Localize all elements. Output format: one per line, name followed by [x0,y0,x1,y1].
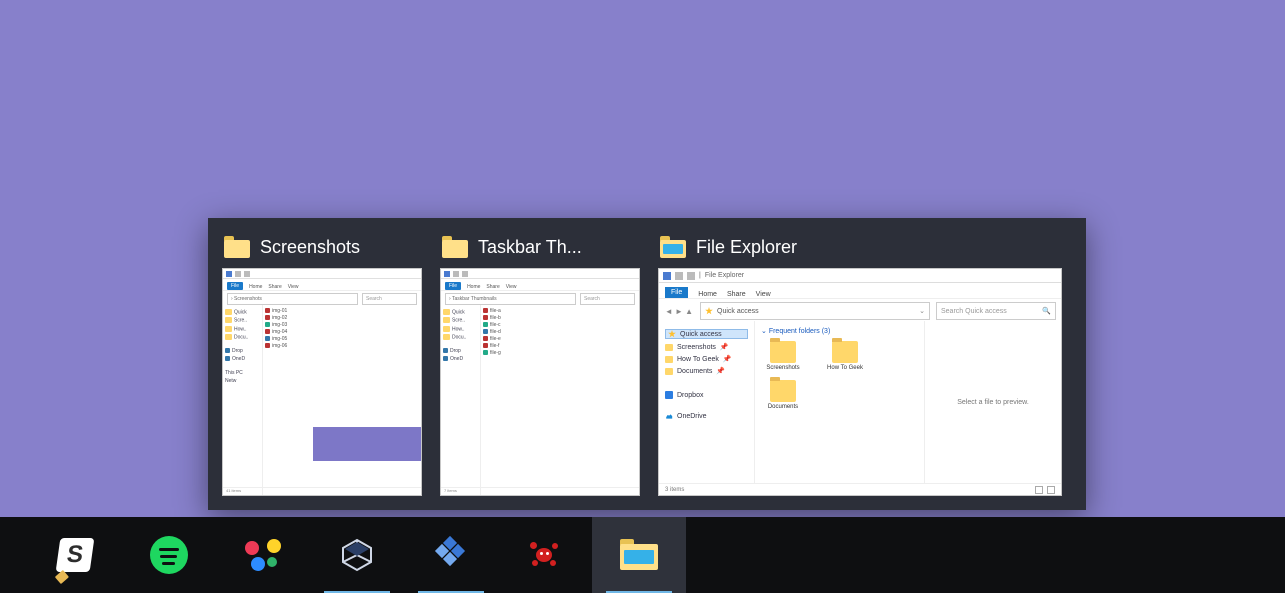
thumb-statusbar: 3 items [659,483,1061,495]
thumb-addressbar: ◄ ► ▲ Quick access⌄ Search Quick access🔍 [664,302,1056,320]
sidebar-item: How To Geek📌 [665,355,748,363]
thumb-ribbon: File Home Share View [659,283,1061,299]
window-preview[interactable]: Screenshots FileHomeShareView › Screensh… [222,228,422,496]
taskbar-app-regedit[interactable] [404,517,498,593]
thumb-sidebar: Quick access Screenshots📌 How To Geek📌 D… [659,321,755,483]
preview-thumbnail[interactable]: FileHomeShareView › ScreenshotsSearch Qu… [222,268,422,496]
taskbar-app-slack[interactable]: S [28,517,122,593]
preview-title: Screenshots [260,237,360,258]
paint-icon [245,539,281,571]
preview-header: Taskbar Th... [440,228,640,268]
sidebar-dropbox: Dropbox [665,391,748,399]
sidebar-item: Screenshots📌 [665,343,748,351]
irfanview-icon [528,540,562,570]
thumb-titlebar: | File Explorer [659,269,1061,283]
file-explorer-icon [620,539,658,571]
preview-header: File Explorer [658,228,1062,268]
window-preview[interactable]: Taskbar Th... FileHomeShareView › Taskba… [440,228,640,496]
taskbar-app-paint[interactable] [216,517,310,593]
preview-thumbnail[interactable]: | File Explorer File Home Share View ◄ ►… [658,268,1062,496]
status-text: 3 items [665,487,684,493]
taskbar-preview-popover: Screenshots FileHomeShareView › Screensh… [208,218,1086,510]
virtualbox-icon [339,537,375,573]
thumb-preview-pane: Select a file to preview. [925,321,1061,483]
address-path: Quick access [717,308,759,315]
taskbar-app-virtualbox[interactable] [310,517,404,593]
file-explorer-icon [660,236,686,258]
folder-item: Documents [761,380,805,411]
preview-title: File Explorer [696,237,797,258]
folder-item: Screenshots [761,341,805,372]
spotify-icon [150,536,188,574]
preview-header: Screenshots [222,228,422,268]
registry-icon [434,538,468,572]
window-preview[interactable]: File Explorer | File Explorer File Home … [658,228,1062,496]
folder-icon [442,236,468,258]
folder-icon [224,236,250,258]
ribbon-file: File [665,287,688,298]
content-section: Frequent folders (3) [769,328,830,335]
taskbar: S [0,517,1285,593]
taskbar-app-irfanview[interactable] [498,517,592,593]
ribbon-tab: View [756,291,771,298]
ribbon-tab: Home [698,291,717,298]
search-placeholder: Search Quick access [941,308,1007,315]
preview-thumbnail[interactable]: FileHomeShareView › Taskbar ThumbnailsSe… [440,268,640,496]
sidebar-item: Documents📌 [665,367,748,375]
taskbar-app-explorer[interactable] [592,517,686,593]
slack-icon: S [56,538,95,572]
thumb-content: ⌄ Frequent folders (3) Screenshots How T… [755,321,925,483]
folder-item: How To Geek [823,341,867,372]
taskbar-app-spotify[interactable] [122,517,216,593]
sidebar-onedrive: OneDrive [665,413,748,420]
preview-title: Taskbar Th... [478,237,582,258]
thumb-title: File Explorer [705,272,744,279]
ribbon-tab: Share [727,291,746,298]
sidebar-quick-access: Quick access [665,329,748,339]
